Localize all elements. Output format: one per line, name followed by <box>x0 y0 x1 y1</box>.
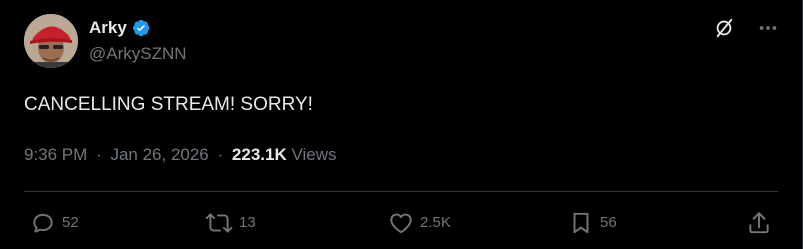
views-count[interactable]: 223.1K <box>232 145 287 164</box>
tweet-text: CANCELLING STREAM! SORRY! <box>24 94 313 115</box>
like-count: 2.5K <box>420 214 451 231</box>
bookmark-count: 56 <box>600 214 617 231</box>
tweet-card: Arky @ArkySZNN CANCELLING STREAM! SORRY! <box>0 0 803 249</box>
author-display-name[interactable]: Arky <box>89 16 127 40</box>
more-options-icon[interactable] <box>756 16 780 40</box>
reply-count: 52 <box>62 214 79 231</box>
avatar[interactable] <box>24 14 78 68</box>
share-button[interactable] <box>746 209 772 237</box>
meta-separator: · <box>217 145 224 164</box>
tweet-meta: 9:36 PM · Jan 26, 2026 · 223.1K Views <box>24 143 337 167</box>
author-name-row[interactable]: Arky <box>89 16 151 40</box>
tweet-top-actions <box>712 16 780 40</box>
verified-badge-icon[interactable] <box>131 18 151 38</box>
retweet-icon <box>205 210 233 236</box>
bookmark-icon <box>568 210 594 236</box>
retweet-count: 13 <box>239 214 256 231</box>
reply-icon <box>30 210 56 236</box>
like-button[interactable]: 2.5K <box>388 209 451 237</box>
author-handle[interactable]: @ArkySZNN <box>89 43 187 65</box>
views-label: Views <box>291 145 337 164</box>
grok-icon[interactable] <box>712 16 736 40</box>
meta-separator: · <box>96 145 102 164</box>
retweet-button[interactable]: 13 <box>205 209 256 237</box>
divider <box>24 191 778 192</box>
tweet-date[interactable]: Jan 26, 2026 <box>110 145 208 164</box>
share-icon <box>746 210 772 236</box>
tweet-time[interactable]: 9:36 PM <box>24 145 87 164</box>
reply-button[interactable]: 52 <box>30 209 79 237</box>
bookmark-button[interactable]: 56 <box>568 209 617 237</box>
like-icon <box>388 210 414 236</box>
